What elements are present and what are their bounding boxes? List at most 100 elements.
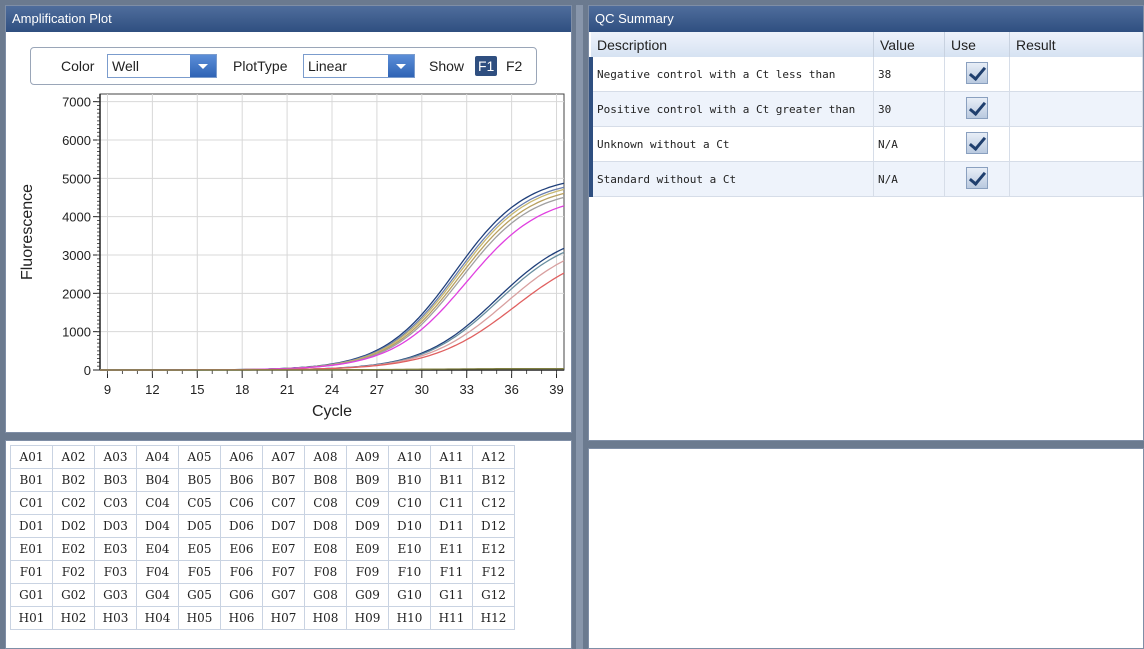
column-header-use[interactable]: Use: [944, 32, 1010, 57]
well-cell[interactable]: C05: [178, 491, 221, 515]
well-cell[interactable]: C06: [220, 491, 263, 515]
f1-toggle[interactable]: F1: [475, 56, 498, 76]
well-cell[interactable]: G03: [94, 583, 137, 607]
well-cell[interactable]: D07: [262, 514, 305, 538]
well-cell[interactable]: D09: [346, 514, 389, 538]
well-cell[interactable]: G06: [220, 583, 263, 607]
well-cell[interactable]: E10: [388, 537, 431, 561]
well-cell[interactable]: A04: [136, 445, 179, 469]
well-cell[interactable]: B02: [52, 468, 95, 492]
well-cell[interactable]: H02: [52, 606, 95, 630]
chevron-down-icon[interactable]: [388, 55, 414, 77]
well-cell[interactable]: G08: [304, 583, 347, 607]
well-cell[interactable]: B11: [430, 468, 473, 492]
qc-value[interactable]: N/A: [873, 126, 945, 162]
well-cell[interactable]: F09: [346, 560, 389, 584]
well-cell[interactable]: B08: [304, 468, 347, 492]
well-cell[interactable]: F04: [136, 560, 179, 584]
well-cell[interactable]: E07: [262, 537, 305, 561]
well-cell[interactable]: E08: [304, 537, 347, 561]
chevron-down-icon[interactable]: [190, 55, 216, 77]
use-checkbox[interactable]: [966, 96, 988, 119]
well-cell[interactable]: E05: [178, 537, 221, 561]
well-cell[interactable]: G05: [178, 583, 221, 607]
well-cell[interactable]: B07: [262, 468, 305, 492]
well-cell[interactable]: G10: [388, 583, 431, 607]
well-cell[interactable]: E06: [220, 537, 263, 561]
well-cell[interactable]: C10: [388, 491, 431, 515]
well-cell[interactable]: D06: [220, 514, 263, 538]
well-cell[interactable]: E11: [430, 537, 473, 561]
well-cell[interactable]: E04: [136, 537, 179, 561]
table-row[interactable]: Negative control with a Ct less than 38: [589, 57, 1143, 92]
well-cell[interactable]: B01: [10, 468, 53, 492]
well-cell[interactable]: H05: [178, 606, 221, 630]
well-cell[interactable]: B09: [346, 468, 389, 492]
well-cell[interactable]: F12: [472, 560, 515, 584]
well-cell[interactable]: C11: [430, 491, 473, 515]
well-cell[interactable]: B10: [388, 468, 431, 492]
well-cell[interactable]: A05: [178, 445, 221, 469]
well-cell[interactable]: C02: [52, 491, 95, 515]
well-cell[interactable]: H07: [262, 606, 305, 630]
well-cell[interactable]: D08: [304, 514, 347, 538]
well-cell[interactable]: G07: [262, 583, 305, 607]
well-cell[interactable]: G09: [346, 583, 389, 607]
well-cell[interactable]: C07: [262, 491, 305, 515]
well-cell[interactable]: D04: [136, 514, 179, 538]
well-cell[interactable]: G02: [52, 583, 95, 607]
well-cell[interactable]: F06: [220, 560, 263, 584]
well-cell[interactable]: A10: [388, 445, 431, 469]
well-cell[interactable]: E12: [472, 537, 515, 561]
well-cell[interactable]: H04: [136, 606, 179, 630]
well-cell[interactable]: A01: [10, 445, 53, 469]
column-header-result[interactable]: Result: [1009, 32, 1143, 57]
well-cell[interactable]: E09: [346, 537, 389, 561]
well-cell[interactable]: E03: [94, 537, 137, 561]
well-cell[interactable]: C08: [304, 491, 347, 515]
well-cell[interactable]: A08: [304, 445, 347, 469]
well-cell[interactable]: B12: [472, 468, 515, 492]
panel-splitter[interactable]: [576, 5, 583, 649]
column-header-description[interactable]: Description: [591, 32, 874, 57]
well-cell[interactable]: B06: [220, 468, 263, 492]
well-cell[interactable]: C12: [472, 491, 515, 515]
well-cell[interactable]: F03: [94, 560, 137, 584]
use-checkbox[interactable]: [966, 166, 988, 189]
table-row[interactable]: Unknown without a Ct N/A: [589, 126, 1143, 162]
well-cell[interactable]: G12: [472, 583, 515, 607]
qc-value[interactable]: N/A: [873, 161, 945, 197]
well-cell[interactable]: E01: [10, 537, 53, 561]
well-cell[interactable]: C04: [136, 491, 179, 515]
well-cell[interactable]: C01: [10, 491, 53, 515]
well-cell[interactable]: A03: [94, 445, 137, 469]
plottype-select[interactable]: Linear: [303, 54, 415, 78]
well-cell[interactable]: F07: [262, 560, 305, 584]
well-cell[interactable]: F08: [304, 560, 347, 584]
well-cell[interactable]: B03: [94, 468, 137, 492]
well-cell[interactable]: B05: [178, 468, 221, 492]
column-header-value[interactable]: Value: [873, 32, 945, 57]
table-row[interactable]: Positive control with a Ct greater than …: [589, 91, 1143, 127]
color-select[interactable]: Well: [107, 54, 217, 78]
table-row[interactable]: Standard without a Ct N/A: [589, 161, 1143, 197]
qc-value[interactable]: 30: [873, 91, 945, 127]
well-cell[interactable]: A11: [430, 445, 473, 469]
well-cell[interactable]: F01: [10, 560, 53, 584]
use-checkbox[interactable]: [966, 131, 988, 154]
well-cell[interactable]: H06: [220, 606, 263, 630]
well-cell[interactable]: G11: [430, 583, 473, 607]
well-cell[interactable]: C09: [346, 491, 389, 515]
well-cell[interactable]: D10: [388, 514, 431, 538]
well-cell[interactable]: H08: [304, 606, 347, 630]
well-cell[interactable]: F11: [430, 560, 473, 584]
well-cell[interactable]: D12: [472, 514, 515, 538]
well-cell[interactable]: H09: [346, 606, 389, 630]
well-cell[interactable]: H11: [430, 606, 473, 630]
well-cell[interactable]: D05: [178, 514, 221, 538]
well-cell[interactable]: B04: [136, 468, 179, 492]
well-cell[interactable]: G04: [136, 583, 179, 607]
well-cell[interactable]: H03: [94, 606, 137, 630]
well-cell[interactable]: C03: [94, 491, 137, 515]
well-cell[interactable]: E02: [52, 537, 95, 561]
